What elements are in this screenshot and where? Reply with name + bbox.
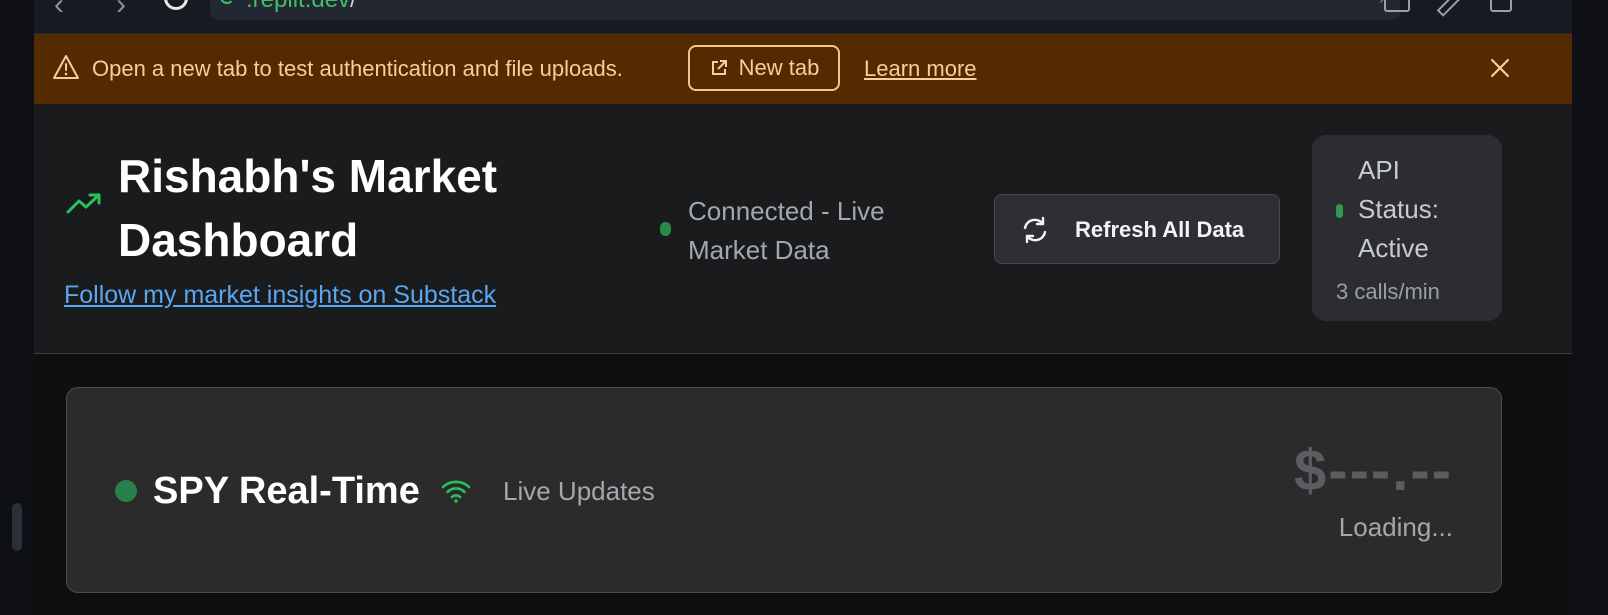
browser-toolbar: ‹ › .replit.dev/ › [34, 0, 1572, 34]
api-calls: 3 calls/min [1336, 279, 1440, 304]
dashboard-header: Rishabh's Market Dashboard Follow my mar… [34, 104, 1572, 354]
api-status-card: API Status: Active 3 calls/min [1312, 135, 1502, 321]
refresh-icon [1023, 216, 1047, 244]
live-updates-label: Live Updates [503, 476, 655, 506]
spy-title: SPY Real-Time [153, 470, 420, 512]
learn-more-link[interactable]: Learn more [864, 56, 977, 82]
api-status: API Status: Active [1358, 155, 1439, 263]
reload-icon[interactable] [164, 0, 188, 10]
connection-status-dot [660, 222, 671, 236]
monitor-icon[interactable] [1384, 0, 1410, 12]
connection-status: Connected - Live Market Data [688, 196, 885, 265]
refresh-all-button[interactable]: Refresh All Data [994, 194, 1280, 264]
spy-status-dot [115, 480, 137, 502]
pen-icon[interactable] [1440, 0, 1466, 12]
new-tab-button[interactable]: New tab [688, 45, 840, 91]
loading-text: Loading... [1338, 512, 1453, 542]
main-content: SPY Real-Time Live Updates $---.-- Loadi… [34, 355, 1572, 615]
forward-icon[interactable]: › [116, 0, 126, 20]
trending-up-icon [66, 193, 101, 214]
substack-link[interactable]: Follow my market insights on Substack [64, 280, 496, 310]
wifi-icon [441, 480, 471, 503]
back-icon[interactable]: ‹ [54, 0, 64, 20]
url-refresh-icon [220, 0, 234, 4]
url-bar[interactable]: .replit.dev/ › [210, 0, 1400, 20]
right-rail [1572, 0, 1608, 615]
warning-banner: Open a new tab to test authentication an… [34, 34, 1572, 104]
window-icon[interactable] [1490, 0, 1512, 12]
left-rail [0, 0, 34, 615]
banner-message: Open a new tab to test authentication an… [92, 56, 623, 81]
page-title: Rishabh's Market Dashboard [118, 150, 498, 266]
warning-icon [53, 55, 79, 79]
refresh-all-label: Refresh All Data [1075, 217, 1245, 242]
spy-price: $---.-- [1294, 438, 1453, 503]
url-text: .replit.dev/ [246, 0, 357, 12]
new-tab-label: New tab [738, 55, 820, 80]
api-status-dot [1336, 204, 1343, 218]
close-icon[interactable] [1488, 56, 1512, 80]
external-link-icon [711, 60, 727, 75]
scroll-handle[interactable] [12, 503, 22, 551]
spy-card: SPY Real-Time Live Updates $---.-- Loadi… [66, 387, 1502, 593]
